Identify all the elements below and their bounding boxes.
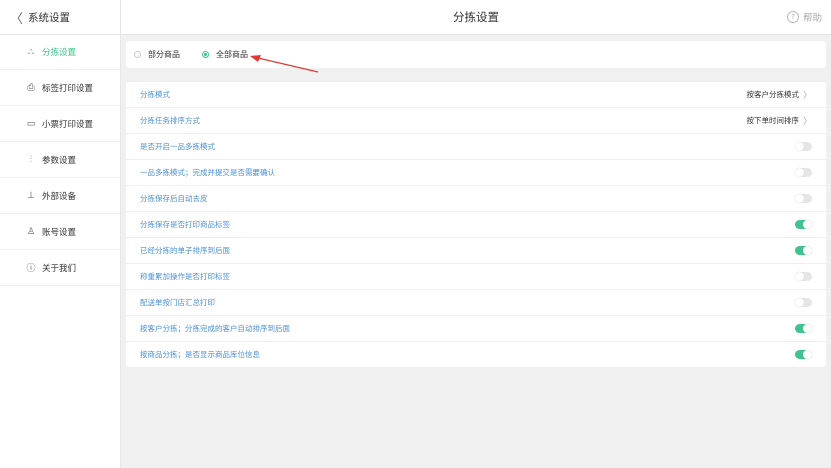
sidebar-item-about-us[interactable]: ⓘ 关于我们 bbox=[0, 250, 120, 286]
top-bar: 分拣设置 ? 帮助 bbox=[121, 0, 831, 35]
scale-icon: ⊥ bbox=[27, 190, 35, 201]
setting-row: 是否开启一品多拣模式 bbox=[126, 134, 826, 160]
sort-icon: ⛬ bbox=[27, 46, 35, 57]
setting-label: 分拣任务排序方式 bbox=[140, 116, 200, 125]
chevron-left-icon: 〈 bbox=[10, 11, 24, 27]
sidebar: 〈 系统设置 ⛬ 分拣设置 ⎙ 标签打印设置 ▭ 小票打印设置 ⫶ 参数设置 ⊥… bbox=[0, 0, 121, 468]
setting-row: 称重累加操作是否打印标签 bbox=[126, 264, 826, 290]
user-icon: ♙ bbox=[26, 226, 36, 237]
help-label: 帮助 bbox=[802, 13, 822, 24]
toggle-switch[interactable] bbox=[795, 324, 812, 333]
setting-label: 一品多拣模式；完成并提交是否需要确认 bbox=[140, 168, 275, 177]
sidebar-item-sorting-settings[interactable]: ⛬ 分拣设置 bbox=[0, 34, 120, 70]
chevron-right-icon: 〉 bbox=[802, 91, 812, 101]
setting-label: 是否开启一品多拣模式 bbox=[140, 142, 215, 151]
setting-value: 按客户分拣模式 bbox=[746, 90, 799, 99]
sidebar-item-label: 小票打印设置 bbox=[42, 119, 94, 130]
radio-all-goods[interactable] bbox=[202, 51, 209, 58]
goods-scope-selector: 部分商品 全部商品 bbox=[126, 41, 826, 68]
sidebar-item-label: 分拣设置 bbox=[42, 47, 77, 58]
setting-row: 分拣保存后自动去皮 bbox=[126, 186, 826, 212]
radio-label-partial-goods: 部分商品 bbox=[148, 50, 180, 59]
help-button[interactable]: ? 帮助 bbox=[786, 0, 822, 34]
back-label: 系统设置 bbox=[28, 11, 71, 24]
help-icon: ? bbox=[786, 11, 799, 23]
setting-row: 按商品分拣；是否显示商品库位信息 bbox=[126, 342, 826, 367]
setting-row: 按客户分拣；分拣完成的客户自动排序到后面 bbox=[126, 316, 826, 342]
sidebar-item-account-settings[interactable]: ♙ 账号设置 bbox=[0, 214, 120, 250]
toggle-switch[interactable] bbox=[795, 220, 812, 229]
setting-label: 称重累加操作是否打印标签 bbox=[140, 272, 230, 281]
setting-row: 一品多拣模式；完成并提交是否需要确认 bbox=[126, 160, 826, 186]
setting-label: 分拣模式 bbox=[140, 90, 170, 99]
toggle-switch[interactable] bbox=[795, 168, 812, 177]
setting-row-sorting-mode[interactable]: 分拣模式 按客户分拣模式〉 bbox=[126, 82, 826, 108]
back-button[interactable]: 〈 系统设置 bbox=[0, 0, 120, 35]
setting-row: 已经分拣的单子排序到后面 bbox=[126, 238, 826, 264]
toggle-switch[interactable] bbox=[795, 350, 812, 359]
sliders-icon: ⫶ bbox=[29, 154, 33, 165]
sidebar-item-label: 关于我们 bbox=[42, 263, 77, 274]
sidebar-item-label-print-settings[interactable]: ⎙ 标签打印设置 bbox=[0, 70, 120, 106]
toggle-switch[interactable] bbox=[795, 246, 812, 255]
setting-label: 分拣保存是否打印商品标签 bbox=[140, 220, 230, 229]
radio-partial-goods[interactable] bbox=[134, 51, 141, 58]
sidebar-item-label: 参数设置 bbox=[42, 155, 77, 166]
page-title: 分拣设置 bbox=[453, 10, 499, 24]
setting-row: 配送单按门店汇总打印 bbox=[126, 290, 826, 316]
setting-label: 配送单按门店汇总打印 bbox=[140, 298, 215, 307]
receipt-printer-icon: ▭ bbox=[26, 118, 36, 129]
setting-label: 分拣保存后自动去皮 bbox=[140, 194, 208, 203]
radio-label-all-goods: 全部商品 bbox=[216, 50, 248, 59]
sidebar-item-label: 账号设置 bbox=[42, 227, 77, 238]
toggle-switch[interactable] bbox=[795, 298, 812, 307]
sidebar-item-label: 标签打印设置 bbox=[42, 83, 94, 94]
sidebar-nav: ⛬ 分拣设置 ⎙ 标签打印设置 ▭ 小票打印设置 ⫶ 参数设置 ⊥ 外部设备 ♙… bbox=[0, 34, 120, 286]
setting-label: 已经分拣的单子排序到后面 bbox=[140, 246, 230, 255]
settings-list: 分拣模式 按客户分拣模式〉 分拣任务排序方式 按下单时间排序〉 是否开启一品多拣… bbox=[126, 82, 826, 367]
sidebar-item-external-devices[interactable]: ⊥ 外部设备 bbox=[0, 178, 120, 214]
setting-row-task-sort-order[interactable]: 分拣任务排序方式 按下单时间排序〉 bbox=[126, 108, 826, 134]
setting-value: 按下单时间排序 bbox=[746, 116, 799, 125]
printer-icon: ⎙ bbox=[27, 82, 35, 93]
setting-row: 分拣保存是否打印商品标签 bbox=[126, 212, 826, 238]
toggle-switch[interactable] bbox=[795, 272, 812, 281]
setting-label: 按商品分拣；是否显示商品库位信息 bbox=[140, 350, 260, 359]
sidebar-item-receipt-print-settings[interactable]: ▭ 小票打印设置 bbox=[0, 106, 120, 142]
toggle-switch[interactable] bbox=[795, 142, 812, 151]
chevron-right-icon: 〉 bbox=[802, 117, 812, 127]
sidebar-item-parameter-settings[interactable]: ⫶ 参数设置 bbox=[0, 142, 120, 178]
setting-label: 按客户分拣；分拣完成的客户自动排序到后面 bbox=[140, 324, 290, 333]
info-icon: ⓘ bbox=[26, 264, 36, 274]
toggle-switch[interactable] bbox=[795, 194, 812, 203]
sidebar-item-label: 外部设备 bbox=[42, 191, 77, 202]
